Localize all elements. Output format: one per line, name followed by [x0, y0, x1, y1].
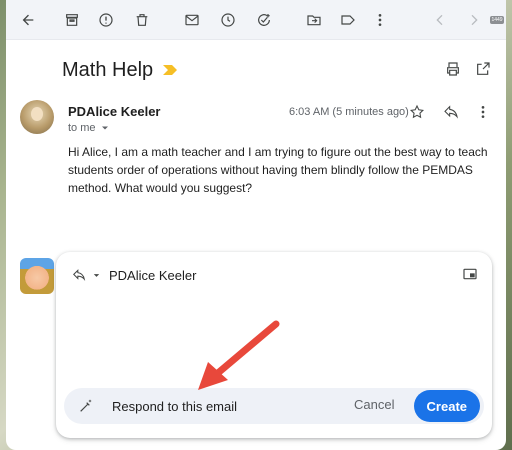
pop-out-reply-icon[interactable]	[462, 266, 478, 282]
reply-type-icon	[73, 269, 86, 281]
move-to-icon[interactable]	[304, 10, 324, 30]
message-more-icon[interactable]	[472, 101, 494, 123]
reply-icon[interactable]	[440, 101, 462, 123]
snooze-icon[interactable]	[218, 10, 238, 30]
mark-unread-icon[interactable]	[182, 10, 202, 30]
open-new-window-icon[interactable]	[472, 58, 494, 80]
cancel-button[interactable]: Cancel	[354, 397, 394, 412]
chevron-down-icon	[93, 273, 100, 277]
next-icon[interactable]	[464, 10, 484, 30]
annotation-arrow	[198, 320, 280, 390]
sender-avatar[interactable]	[20, 100, 54, 134]
more-vert-icon[interactable]	[370, 10, 390, 30]
star-icon[interactable]	[406, 101, 428, 123]
reply-type-selector[interactable]	[72, 268, 101, 282]
toolbar-pill: 1449	[490, 16, 504, 24]
print-icon[interactable]	[442, 58, 464, 80]
prev-icon[interactable]	[430, 10, 450, 30]
timestamp: 6:03 AM (5 minutes ago)	[289, 106, 409, 118]
label-icon[interactable]	[338, 10, 358, 30]
importance-marker-icon[interactable]	[163, 65, 178, 75]
recipient-line: to me	[68, 122, 96, 134]
magic-pen-icon	[78, 398, 94, 414]
report-spam-icon[interactable]	[96, 10, 116, 30]
help-me-write-input[interactable]	[112, 396, 332, 416]
delete-icon[interactable]	[132, 10, 152, 30]
create-button[interactable]: Create	[413, 390, 480, 422]
reply-recipient[interactable]: PDAlice Keeler	[109, 268, 196, 283]
sender-name[interactable]: PDAlice Keeler	[68, 104, 161, 119]
toolbar: 1449	[6, 0, 506, 40]
email-body: Hi Alice, I am a math teacher and I am t…	[68, 145, 488, 195]
email-subject: Math Help	[62, 58, 154, 81]
recipient-details[interactable]: to me	[68, 122, 110, 134]
chevron-down-icon	[101, 126, 108, 130]
archive-icon[interactable]	[62, 10, 82, 30]
my-avatar	[20, 258, 54, 294]
add-task-icon[interactable]	[254, 10, 274, 30]
subject-row: Math Help	[62, 56, 178, 84]
back-icon[interactable]	[18, 10, 38, 30]
